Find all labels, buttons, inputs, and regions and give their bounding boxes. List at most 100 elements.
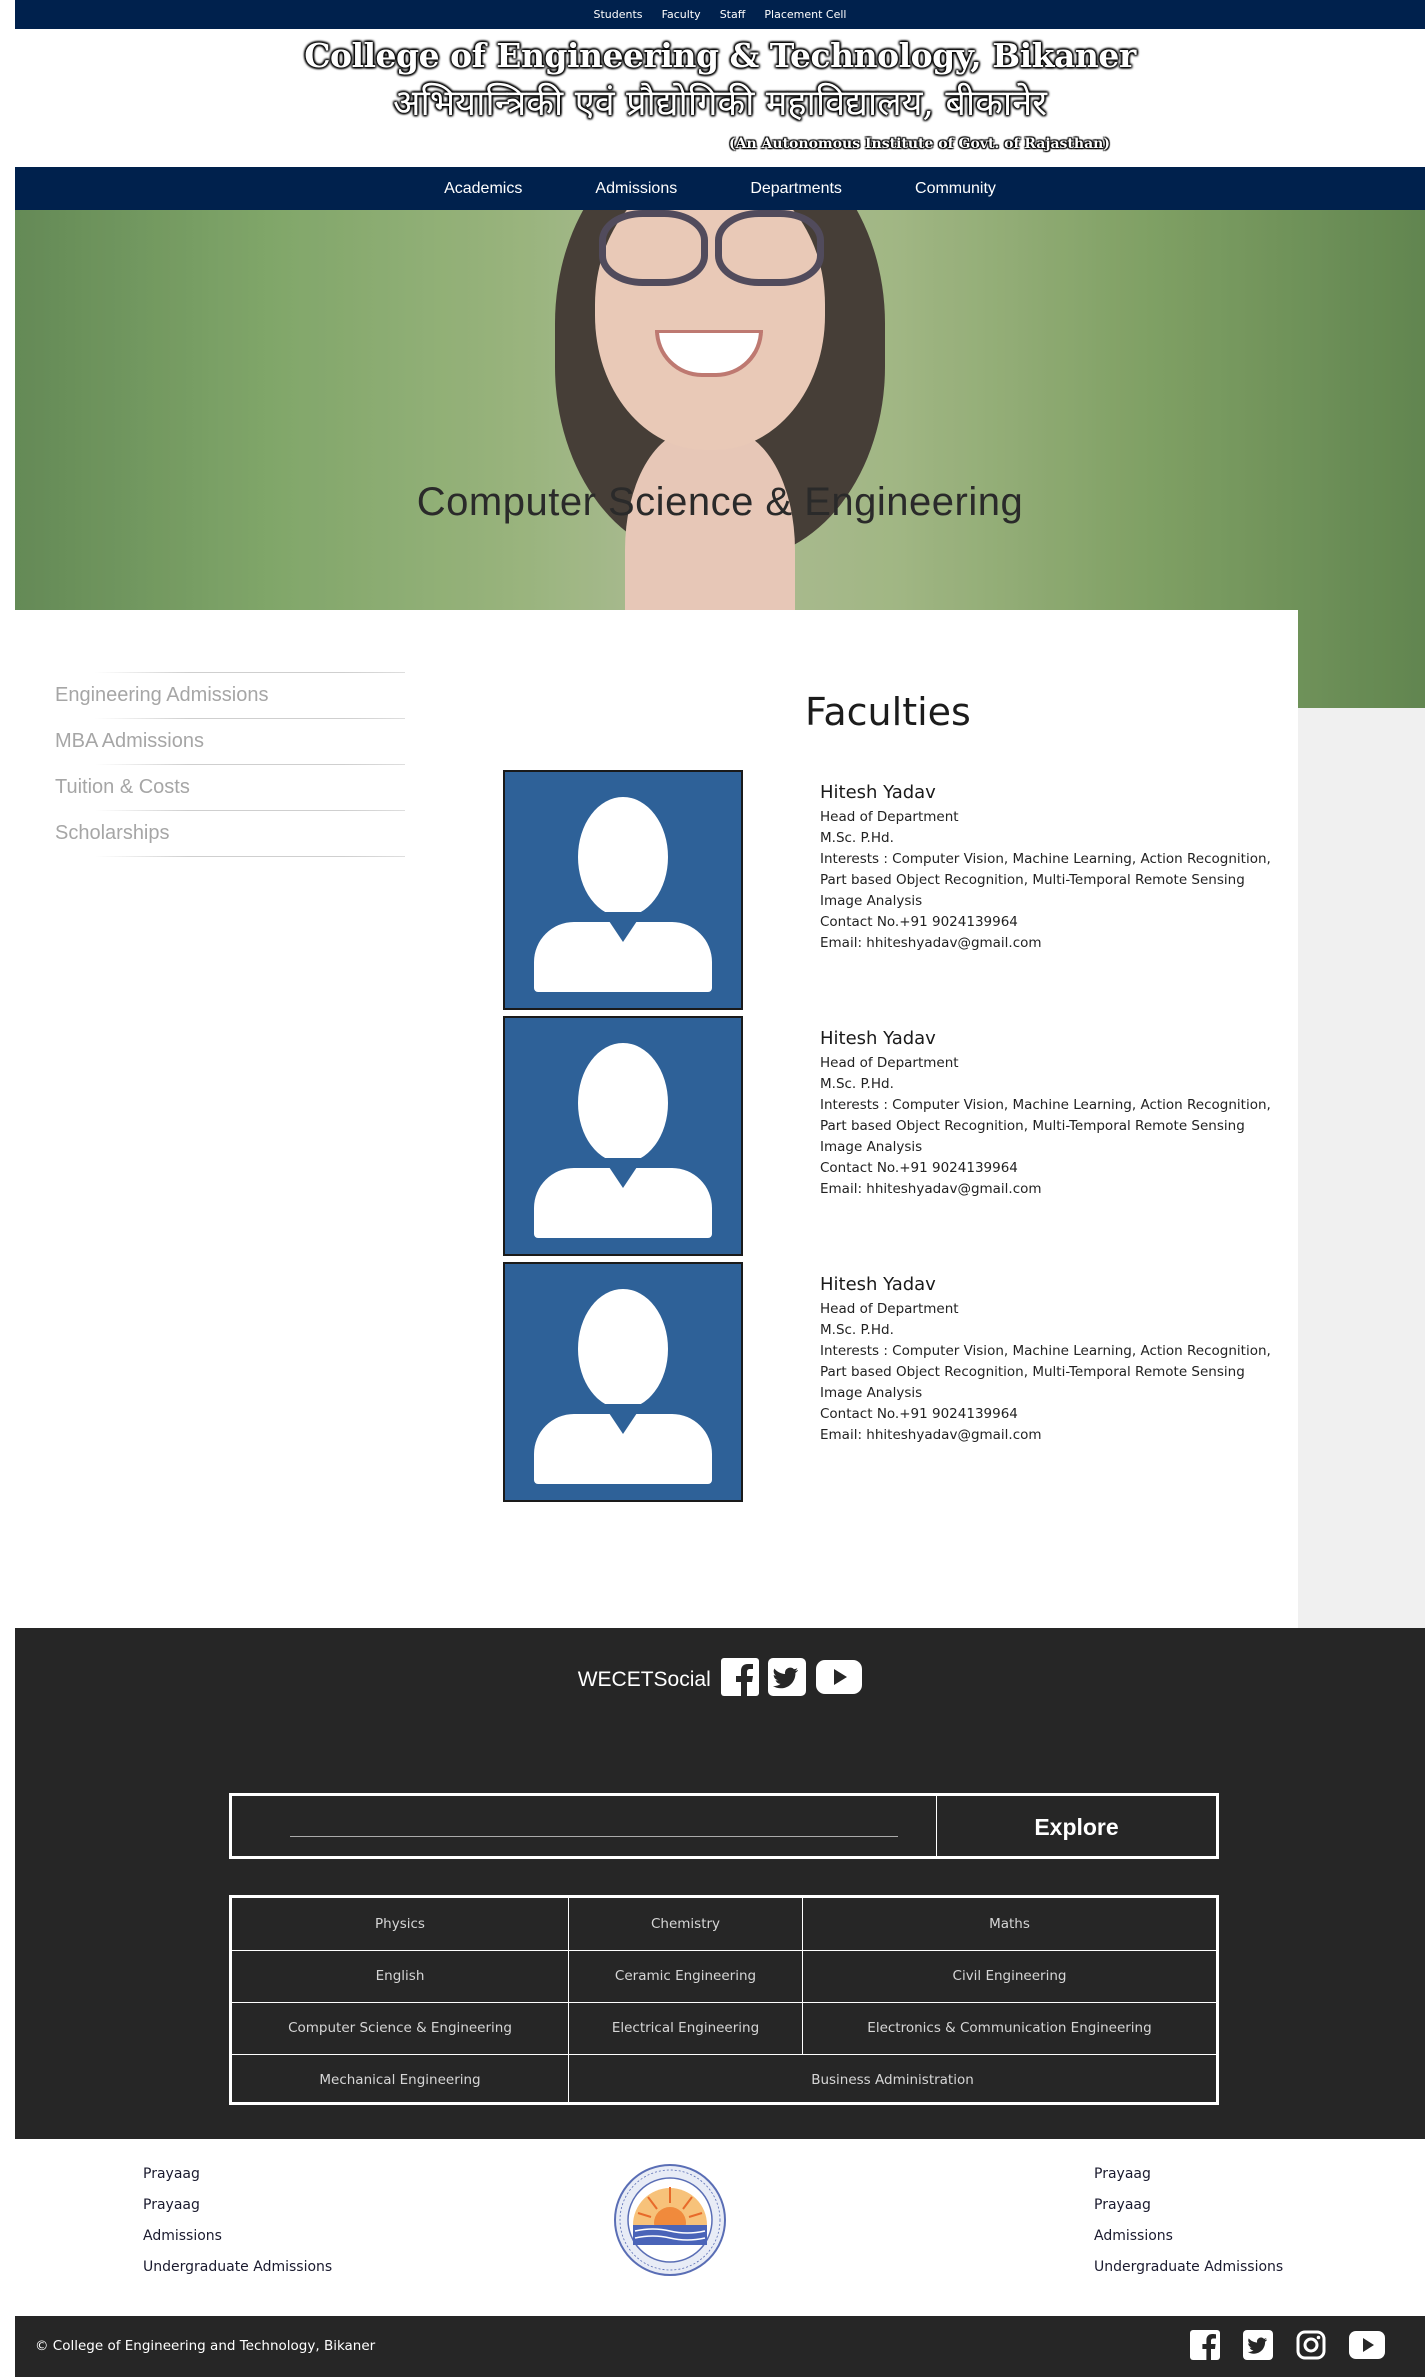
faculty-contact: Contact No.+91 9024139964 bbox=[820, 1406, 1018, 1422]
faculty-info: Hitesh Yadav Head of Department M.Sc. P.… bbox=[820, 1028, 1290, 1200]
search-box: Explore bbox=[229, 1793, 1219, 1859]
faculty-email[interactable]: Email: hhiteshyadav@gmail.com bbox=[820, 933, 1290, 954]
faculty-card: Hitesh Yadav Head of Department M.Sc. P.… bbox=[503, 1016, 1303, 1256]
dept-link-civil-engineering[interactable]: Civil Engineering bbox=[803, 1950, 1216, 2002]
copyright-social-icons bbox=[1172, 2330, 1385, 2364]
copyright-text: © College of Engineering and Technology,… bbox=[35, 2338, 376, 2354]
bottom-link[interactable]: Admissions bbox=[143, 2227, 332, 2258]
bottom-links-right: Prayaag Prayaag Admissions Undergraduate… bbox=[1094, 2165, 1283, 2289]
faculty-email[interactable]: Email: hhiteshyadav@gmail.com bbox=[820, 1425, 1290, 1446]
faculty-contact: Contact No.+91 9024139964 bbox=[820, 1160, 1018, 1176]
sidebar-divider bbox=[95, 856, 405, 857]
faculty-degree: M.Sc. P.Hd. bbox=[820, 1076, 894, 1092]
faculty-card: Hitesh Yadav Head of Department M.Sc. P.… bbox=[503, 1262, 1303, 1502]
faculty-info: Hitesh Yadav Head of Department M.Sc. P.… bbox=[820, 1274, 1290, 1446]
bottom-links-left: Prayaag Prayaag Admissions Undergraduate… bbox=[143, 2165, 332, 2289]
avatar bbox=[503, 1016, 743, 1256]
college-subtitle: (An Autonomous Institute of Govt. of Raj… bbox=[729, 136, 1110, 152]
main-nav: Academics Admissions Departments Communi… bbox=[15, 167, 1425, 210]
sidebar-item-engineering-admissions[interactable]: Engineering Admissions bbox=[55, 673, 405, 718]
faculty-interests: Image Analysis bbox=[820, 1385, 923, 1401]
instagram-icon[interactable] bbox=[1296, 2330, 1326, 2364]
bottom-link[interactable]: Prayaag bbox=[1094, 2165, 1283, 2196]
content-side-gutter bbox=[1298, 708, 1425, 1628]
avatar bbox=[503, 1262, 743, 1502]
sidebar-item-scholarships[interactable]: Scholarships bbox=[55, 811, 405, 856]
bottom-link[interactable]: Prayaag bbox=[143, 2196, 332, 2227]
bottom-link[interactable]: Admissions bbox=[1094, 2227, 1283, 2258]
bottom-link[interactable]: Undergraduate Admissions bbox=[143, 2258, 332, 2289]
copyright-bar: © College of Engineering and Technology,… bbox=[15, 2316, 1425, 2377]
faculty-role: Head of Department bbox=[820, 1301, 959, 1317]
nav-item-academics[interactable]: Academics bbox=[444, 167, 522, 210]
faculty-degree: M.Sc. P.Hd. bbox=[820, 830, 894, 846]
faculty-name: Hitesh Yadav bbox=[820, 782, 936, 803]
avatar-head bbox=[578, 1289, 668, 1409]
faculty-degree: M.Sc. P.Hd. bbox=[820, 1322, 894, 1338]
college-title-hindi: अभियान्त्रिकी एवं प्रौद्योगिकी महाविद्या… bbox=[393, 83, 1047, 124]
avatar-head bbox=[578, 797, 668, 917]
dept-link-business-administration[interactable]: Business Administration bbox=[569, 2054, 1216, 2106]
nav-item-community[interactable]: Community bbox=[915, 167, 996, 210]
twitter-icon[interactable] bbox=[768, 1658, 807, 1702]
dept-link-electrical-engineering[interactable]: Electrical Engineering bbox=[569, 2002, 802, 2054]
avatar bbox=[503, 770, 743, 1010]
dept-link-chemistry[interactable]: Chemistry bbox=[569, 1898, 802, 1950]
site-footer: WECETSocial Explore Physics Chemistry Ma… bbox=[15, 1628, 1425, 2139]
facebook-icon[interactable] bbox=[1189, 2330, 1220, 2364]
faculty-interests: Interests : Computer Vision, Machine Lea… bbox=[820, 1343, 1271, 1359]
faculty-contact: Contact No.+91 9024139964 bbox=[820, 914, 1018, 930]
faculty-info: Hitesh Yadav Head of Department M.Sc. P.… bbox=[820, 782, 1290, 954]
twitter-icon[interactable] bbox=[1242, 2330, 1273, 2364]
topbar-link-students[interactable]: Students bbox=[594, 0, 643, 30]
search-input[interactable] bbox=[290, 1806, 902, 1836]
dept-link-ceramic-engineering[interactable]: Ceramic Engineering bbox=[569, 1950, 802, 2002]
dept-link-english[interactable]: English bbox=[232, 1950, 568, 2002]
faculty-interests: Interests : Computer Vision, Machine Lea… bbox=[820, 1097, 1271, 1113]
dept-link-mechanical-engineering[interactable]: Mechanical Engineering bbox=[232, 2054, 568, 2106]
main-content: Engineering Admissions MBA Admissions Tu… bbox=[15, 610, 1298, 1628]
dept-link-physics[interactable]: Physics bbox=[232, 1898, 568, 1950]
faculty-interests: Part based Object Recognition, Multi-Tem… bbox=[820, 872, 1245, 888]
department-title: Computer Science & Engineering bbox=[416, 480, 1024, 524]
departments-grid: Physics Chemistry Maths English Ceramic … bbox=[229, 1895, 1219, 2105]
faculty-interests: Part based Object Recognition, Multi-Tem… bbox=[820, 1118, 1245, 1134]
top-bar: Students Faculty Staff Placement Cell bbox=[15, 0, 1425, 29]
faculty-role: Head of Department bbox=[820, 809, 959, 825]
nav-item-admissions[interactable]: Admissions bbox=[595, 167, 677, 210]
faculty-role: Head of Department bbox=[820, 1055, 959, 1071]
sidebar: Engineering Admissions MBA Admissions Tu… bbox=[55, 672, 405, 857]
faculty-name: Hitesh Yadav bbox=[820, 1028, 936, 1049]
bottom-link[interactable]: Undergraduate Admissions bbox=[1094, 2258, 1283, 2289]
faculty-interests: Part based Object Recognition, Multi-Tem… bbox=[820, 1364, 1245, 1380]
topbar-link-placement-cell[interactable]: Placement Cell bbox=[764, 0, 846, 30]
avatar-head bbox=[578, 1043, 668, 1163]
faculty-interests: Interests : Computer Vision, Machine Lea… bbox=[820, 851, 1271, 867]
faculty-interests: Image Analysis bbox=[820, 1139, 923, 1155]
sidebar-item-mba-admissions[interactable]: MBA Admissions bbox=[55, 719, 405, 764]
search-underline bbox=[290, 1836, 898, 1837]
topbar-link-faculty[interactable]: Faculty bbox=[662, 0, 701, 30]
sidebar-item-tuition-costs[interactable]: Tuition & Costs bbox=[55, 765, 405, 810]
social-bar: WECETSocial bbox=[15, 1658, 1425, 1702]
youtube-icon[interactable] bbox=[1349, 2331, 1385, 2363]
faculty-email[interactable]: Email: hhiteshyadav@gmail.com bbox=[820, 1179, 1290, 1200]
bottom-link[interactable]: Prayaag bbox=[143, 2165, 332, 2196]
site-header: College of Engineering & Technology, Bik… bbox=[15, 29, 1425, 167]
faculty-interests: Image Analysis bbox=[820, 893, 923, 909]
dept-link-maths[interactable]: Maths bbox=[803, 1898, 1216, 1950]
faculties-heading: Faculties bbox=[805, 690, 971, 734]
dept-link-electronics-communication[interactable]: Electronics & Communication Engineering bbox=[803, 2002, 1216, 2054]
nav-item-departments[interactable]: Departments bbox=[750, 167, 842, 210]
college-title-english[interactable]: College of Engineering & Technology, Bik… bbox=[15, 36, 1425, 75]
bottom-link[interactable]: Prayaag bbox=[1094, 2196, 1283, 2227]
topbar-link-staff[interactable]: Staff bbox=[720, 0, 746, 30]
social-label: WECETSocial bbox=[577, 1668, 711, 1691]
explore-button[interactable]: Explore bbox=[937, 1796, 1216, 1856]
faculty-name: Hitesh Yadav bbox=[820, 1274, 936, 1295]
youtube-icon[interactable] bbox=[816, 1660, 863, 1700]
faculty-card: Hitesh Yadav Head of Department M.Sc. P.… bbox=[503, 770, 1303, 1010]
bottom-links-section: Prayaag Prayaag Admissions Undergraduate… bbox=[15, 2139, 1425, 2316]
dept-link-computer-science[interactable]: Computer Science & Engineering bbox=[232, 2002, 568, 2054]
facebook-icon[interactable] bbox=[720, 1658, 759, 1702]
